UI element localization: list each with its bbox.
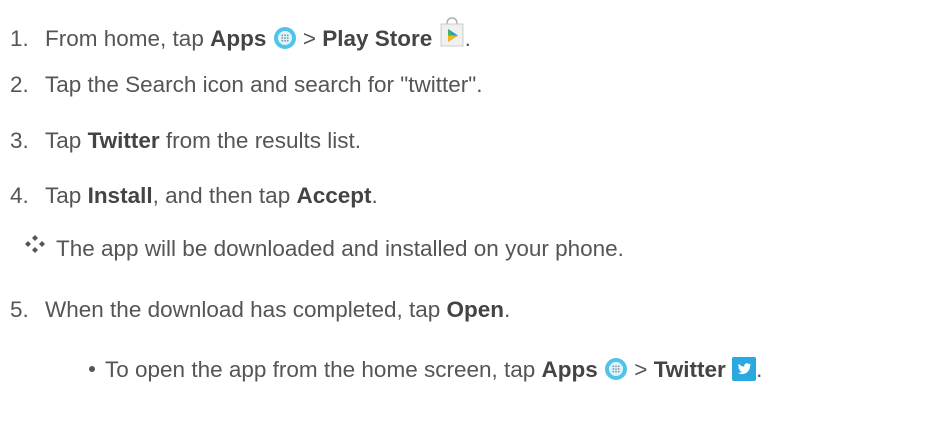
step-number: 5.: [10, 297, 29, 322]
step-3: 3. Tap Twitter from the results list.: [10, 127, 361, 155]
step-2: 2. Tap the Search icon and search for "t…: [10, 71, 482, 99]
step-4: 4. Tap Install, and then tap Accept.: [10, 182, 378, 210]
accept-label: Accept: [296, 183, 372, 208]
step-text: From home, tap: [45, 26, 211, 51]
step-text: Tap the Search icon and search for "twit…: [45, 72, 483, 97]
step-text: >: [296, 26, 323, 51]
sub-bullet-text: To open the app from the home screen, ta…: [105, 357, 542, 382]
twitter-label: Twitter: [87, 128, 160, 153]
apps-label: Apps: [210, 26, 267, 51]
step-number: 1.: [10, 26, 29, 51]
twitter-label: Twitter: [653, 357, 726, 382]
sub-bullet-text: >: [628, 357, 654, 382]
apps-label: Apps: [541, 357, 598, 382]
result-note-text: The app will be downloaded and installed…: [56, 236, 624, 261]
step-text: .: [504, 297, 511, 322]
step-text: , and then tap: [152, 183, 297, 208]
step-number: 2.: [10, 72, 29, 97]
step-number: 4.: [10, 183, 29, 208]
sub-bullet: To open the app from the home screen, ta…: [89, 356, 762, 388]
step-5: 5. When the download has completed, tap …: [10, 296, 510, 324]
step-number: 3.: [10, 128, 29, 153]
instructions-page: { "steps": [ {"num": "1.", "t1": "From h…: [0, 0, 935, 421]
step-text: .: [464, 26, 471, 51]
play-store-icon: [439, 16, 465, 55]
bullet-dot: [89, 366, 95, 372]
step-text: When the download has completed, tap: [45, 297, 447, 322]
step-text: Tap: [45, 128, 88, 153]
install-label: Install: [87, 183, 153, 208]
diamond-bullet-icon: [24, 233, 46, 261]
step-text: Tap: [45, 183, 88, 208]
sub-bullet-text: .: [756, 357, 763, 382]
twitter-icon: [732, 357, 757, 388]
step-text: .: [371, 183, 378, 208]
apps-icon: [604, 357, 628, 388]
step-text: from the results list.: [159, 128, 361, 153]
step-1: 1. From home, tap Apps > Play Store .: [10, 16, 471, 57]
open-label: Open: [446, 297, 505, 322]
result-note: The app will be downloaded and installed…: [24, 233, 624, 263]
apps-icon: [273, 26, 297, 57]
play-store-label: Play Store: [322, 26, 433, 51]
